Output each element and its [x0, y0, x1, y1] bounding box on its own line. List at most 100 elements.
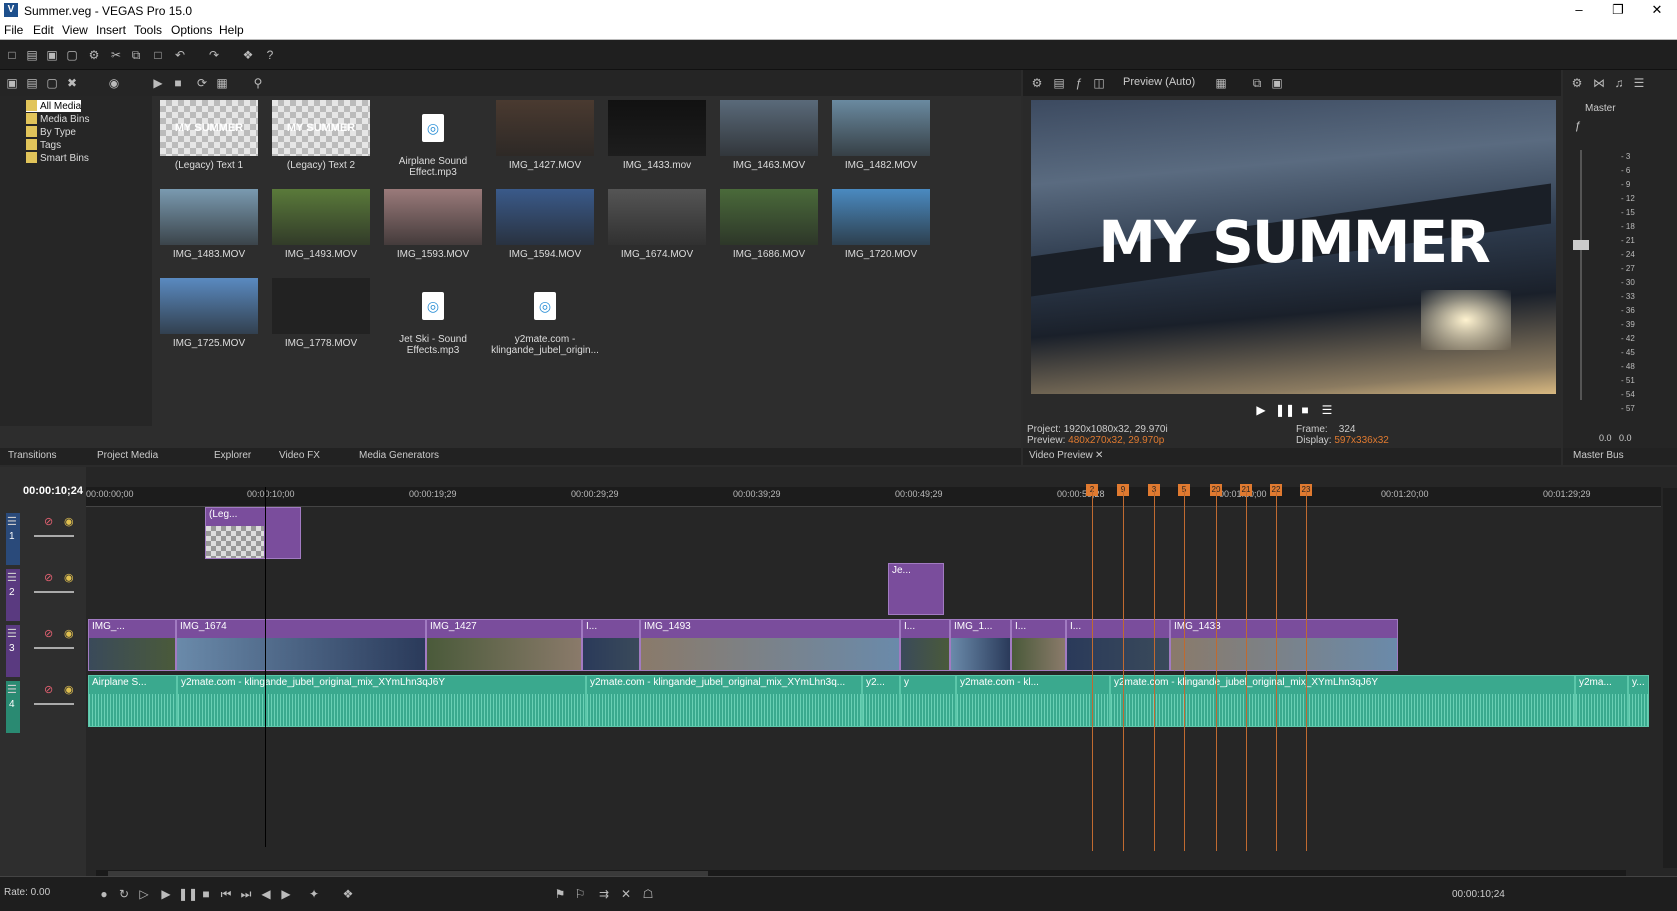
video-event[interactable]: IMG_1433: [1170, 619, 1398, 671]
play-from-start-icon[interactable]: ▷: [136, 886, 152, 902]
menu-file[interactable]: File: [4, 23, 23, 37]
audio-event[interactable]: y: [900, 675, 956, 727]
video-event[interactable]: I...: [582, 619, 640, 671]
tab-video-fx[interactable]: Video FX: [279, 450, 320, 461]
media-item[interactable]: IMG_1674.MOV: [601, 189, 713, 260]
media-item[interactable]: ◎ y2mate.com - klingande_jubel_origin...: [489, 278, 601, 356]
play-icon[interactable]: ▶: [1253, 403, 1269, 417]
tab-project-media[interactable]: Project Media: [97, 450, 158, 461]
import-media-icon[interactable]: ▣: [4, 75, 20, 91]
menu-help[interactable]: Help: [219, 23, 244, 37]
tree-item-smart-bins[interactable]: Smart Bins: [26, 152, 89, 164]
mute-track-icon[interactable]: ⊘: [44, 515, 53, 528]
time-ruler[interactable]: 00:00:00;00 00:00:10;00 00:00:19;29 00:00:2…: [86, 484, 1661, 507]
video-event[interactable]: IMG_...: [88, 619, 176, 671]
snapping-icon[interactable]: ❖: [340, 886, 356, 902]
video-event[interactable]: (Leg...: [205, 507, 301, 559]
record-icon[interactable]: ●: [96, 886, 112, 902]
tab-transitions[interactable]: Transitions: [8, 450, 57, 461]
copy-snapshot-icon[interactable]: ⧉: [1249, 75, 1265, 91]
auto-crossfade-icon[interactable]: ✕: [618, 886, 634, 902]
minimize-button[interactable]: –: [1564, 2, 1594, 17]
mute-track-icon[interactable]: ⊘: [44, 683, 53, 696]
media-item[interactable]: IMG_1720.MOV: [825, 189, 937, 260]
play-media-icon[interactable]: ▶: [150, 75, 166, 91]
restore-button[interactable]: ❐: [1603, 2, 1633, 18]
video-event[interactable]: IMG_1427: [426, 619, 582, 671]
external-monitor-icon[interactable]: ▤: [1051, 75, 1067, 91]
master-fader[interactable]: [1573, 240, 1589, 250]
tab-video-preview[interactable]: Video Preview: [1029, 450, 1093, 461]
audio-event[interactable]: Airplane S...: [88, 675, 177, 727]
cut-icon[interactable]: ✂: [108, 47, 124, 63]
track-level-slider[interactable]: [34, 647, 74, 649]
audio-event[interactable]: y...: [1628, 675, 1649, 727]
video-event[interactable]: I...: [1011, 619, 1066, 671]
undo-icon[interactable]: ↶: [172, 47, 188, 63]
media-item[interactable]: IMG_1725.MOV: [153, 278, 265, 349]
tree-item-tags[interactable]: Tags: [26, 139, 61, 151]
open-icon[interactable]: ▤: [24, 47, 40, 63]
save-snapshot-icon[interactable]: ▣: [1269, 75, 1285, 91]
marker-icon[interactable]: ⚑: [552, 886, 568, 902]
media-fx-icon[interactable]: ◉: [106, 75, 122, 91]
playhead-cursor[interactable]: [265, 487, 266, 847]
preview-settings-gear-icon[interactable]: ⚙: [1029, 75, 1045, 91]
menu-insert[interactable]: Insert: [96, 23, 126, 37]
search-icon[interactable]: ⚲: [250, 75, 266, 91]
tree-item-all-media[interactable]: All Media: [26, 100, 82, 112]
menu-icon[interactable]: ☰: [1319, 403, 1335, 417]
stop-media-icon[interactable]: ■: [170, 75, 186, 91]
menu-view[interactable]: View: [62, 23, 88, 37]
audio-event[interactable]: y2...: [862, 675, 900, 727]
vertical-scrollbar[interactable]: [1663, 488, 1677, 868]
go-to-start-icon[interactable]: ⏮: [218, 886, 234, 902]
next-frame-icon[interactable]: ▶: [278, 886, 294, 902]
mixer-faders-icon[interactable]: ☰: [1631, 75, 1647, 91]
bus-fx-icon[interactable]: ƒ: [1575, 120, 1581, 132]
menu-tools[interactable]: Tools: [134, 23, 162, 37]
media-item[interactable]: IMG_1778.MOV: [265, 278, 377, 349]
track-level-slider[interactable]: [34, 535, 74, 537]
properties-gear-icon[interactable]: ⚙: [86, 47, 102, 63]
media-item[interactable]: IMG_1593.MOV: [377, 189, 489, 260]
solo-track-icon[interactable]: ◉: [64, 627, 74, 640]
split-screen-icon[interactable]: ◫: [1091, 75, 1107, 91]
ripple-icon[interactable]: ⇉: [596, 886, 612, 902]
preview-quality-dropdown[interactable]: Preview (Auto): [1123, 76, 1195, 88]
new-icon[interactable]: □: [4, 47, 20, 63]
paste-icon[interactable]: □: [150, 47, 166, 63]
tab-media-generators[interactable]: Media Generators: [359, 450, 439, 461]
lock-icon[interactable]: ☖: [640, 886, 656, 902]
media-item[interactable]: MY SUMMER (Legacy) Text 2: [265, 100, 377, 171]
solo-track-icon[interactable]: ◉: [64, 515, 74, 528]
audio-event[interactable]: y2mate.com - klingande_jubel_original_mi…: [1110, 675, 1575, 727]
video-event[interactable]: IMG_1493: [640, 619, 900, 671]
media-item[interactable]: IMG_1433.mov: [601, 100, 713, 171]
capture-icon[interactable]: ▤: [24, 75, 40, 91]
edit-tool-icon[interactable]: ✦: [306, 886, 322, 902]
track-level-slider[interactable]: [34, 703, 74, 705]
views-icon[interactable]: ▦: [214, 75, 230, 91]
remove-unused-icon[interactable]: ✖: [64, 75, 80, 91]
go-to-end-icon[interactable]: ⏭: [238, 886, 254, 902]
video-event[interactable]: IMG_1...: [950, 619, 1011, 671]
video-fx-icon[interactable]: ƒ: [1071, 75, 1087, 91]
media-item[interactable]: IMG_1483.MOV: [153, 189, 265, 260]
audio-event[interactable]: y2mate.com - klingande_jubel_original_mi…: [586, 675, 862, 727]
media-item[interactable]: IMG_1427.MOV: [489, 100, 601, 171]
stop-icon[interactable]: ■: [1297, 403, 1313, 417]
track-level-slider[interactable]: [34, 591, 74, 593]
tree-item-media-bins[interactable]: Media Bins: [26, 113, 89, 125]
media-item[interactable]: MY SUMMER (Legacy) Text 1: [153, 100, 265, 171]
solo-track-icon[interactable]: ◉: [64, 683, 74, 696]
track-menu-icon[interactable]: ☰: [7, 515, 17, 528]
media-item[interactable]: IMG_1463.MOV: [713, 100, 825, 171]
video-event[interactable]: Je...: [888, 563, 944, 615]
mute-icon[interactable]: ♫: [1611, 75, 1627, 91]
copy-icon[interactable]: ⧉: [128, 47, 144, 63]
close-tab-icon[interactable]: ✕: [1095, 450, 1103, 461]
track-menu-icon[interactable]: ☰: [7, 571, 17, 584]
tab-explorer[interactable]: Explorer: [214, 450, 251, 461]
pause-icon[interactable]: ❚❚: [1275, 403, 1295, 417]
